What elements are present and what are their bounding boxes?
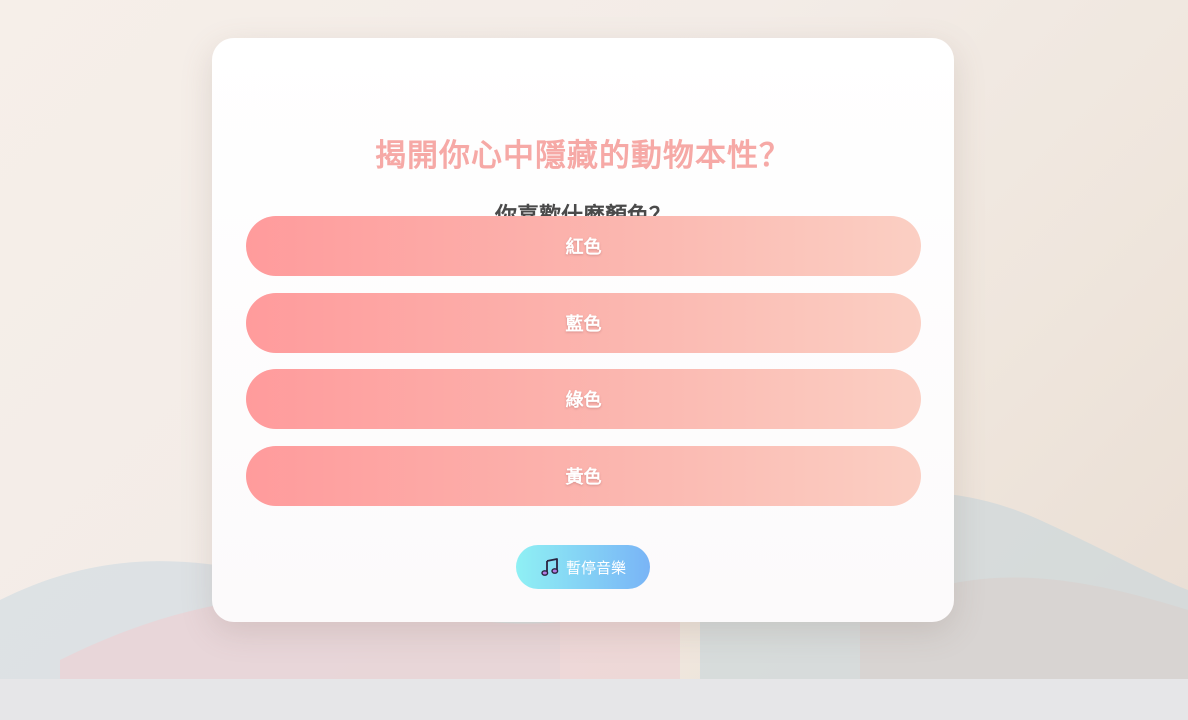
footer-band xyxy=(0,679,1188,720)
music-button-label: 暫停音樂 xyxy=(565,558,626,577)
option-label: 黃色 xyxy=(565,467,602,488)
option-label: 紅色 xyxy=(565,237,602,258)
quiz-title: 揭開你心中隱藏的動物本性？ xyxy=(375,138,791,174)
pause-music-button[interactable]: 暫停音樂 xyxy=(516,545,650,589)
option-green-button[interactable]: 綠色 xyxy=(246,369,921,429)
option-red-button[interactable]: 紅色 xyxy=(246,216,921,276)
option-blue-button[interactable]: 藍色 xyxy=(246,293,921,353)
option-label: 藍色 xyxy=(565,314,602,335)
option-yellow-button[interactable]: 黃色 xyxy=(246,446,921,506)
music-note-icon xyxy=(541,558,559,576)
quiz-card: 揭開你心中隱藏的動物本性？ 你喜歡什麼顏色？ 紅色 藍色 綠色 黃色 暫停音樂 xyxy=(212,38,954,622)
option-label: 綠色 xyxy=(565,390,602,411)
